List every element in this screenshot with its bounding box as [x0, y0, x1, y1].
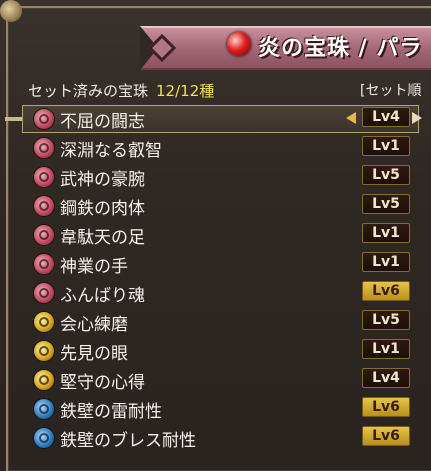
orb-row[interactable]: ふんばり魂 Lv6: [0, 278, 431, 306]
orb-row[interactable]: 鋼鉄の肉体 Lv5: [0, 191, 431, 219]
level-badge: Lv5: [362, 194, 410, 214]
orb-name: 武神の豪腕: [60, 170, 145, 190]
red-orb-icon: [227, 32, 251, 56]
orb-row[interactable]: 鉄壁の雷耐性 Lv6: [0, 394, 431, 422]
level-badge: Lv4: [362, 368, 410, 388]
yellow-orb-icon: [33, 311, 55, 333]
orb-row[interactable]: 不屈の闘志 Lv4: [0, 104, 431, 133]
orb-row[interactable]: 会心練磨 Lv5: [0, 307, 431, 335]
frame-corner-ornament: [0, 0, 22, 22]
set-orbs-header: セット済みの宝珠 12/12種: [28, 80, 214, 101]
orb-row[interactable]: 先見の眼 Lv1: [0, 336, 431, 364]
orb-name: 鉄壁の雷耐性: [60, 402, 162, 422]
level-badge: Lv1: [362, 252, 410, 272]
yellow-orb-icon: [33, 369, 55, 391]
orb-name: 深淵なる叡智: [60, 141, 162, 161]
orb-name: 鉄壁のブレス耐性: [60, 431, 196, 451]
level-badge: Lv5: [362, 165, 410, 185]
orb-row[interactable]: 武神の豪腕 Lv5: [0, 162, 431, 190]
orb-count: 12/12種: [156, 82, 215, 100]
red-orb-icon: [33, 253, 55, 275]
header-label: セット済みの宝珠: [28, 82, 149, 100]
yellow-orb-icon: [33, 340, 55, 362]
red-orb-icon: [33, 108, 55, 130]
orb-row[interactable]: 鉄壁のブレス耐性 Lv6: [0, 423, 431, 451]
orb-name: 会心練磨: [60, 315, 128, 335]
orb-name: ふんばり魂: [60, 286, 145, 306]
level-badge: Lv1: [362, 223, 410, 243]
orb-name: 鋼鉄の肉体: [60, 199, 145, 219]
orb-row[interactable]: 深淵なる叡智 Lv1: [0, 133, 431, 161]
orb-name: 韋駄天の足: [60, 228, 145, 248]
red-orb-icon: [33, 137, 55, 159]
orb-row[interactable]: 韋駄天の足 Lv1: [0, 220, 431, 248]
orb-row[interactable]: 堅守の心得 Lv4: [0, 365, 431, 393]
orb-row[interactable]: 神業の手 Lv1: [0, 249, 431, 277]
sort-order-label[interactable]: [セット順: [360, 80, 421, 100]
red-orb-icon: [33, 166, 55, 188]
level-increase-arrow-icon[interactable]: [412, 112, 422, 124]
level-decrease-arrow-icon[interactable]: [346, 112, 356, 124]
level-badge: Lv6: [362, 426, 410, 446]
orb-name: 先見の眼: [60, 344, 128, 364]
blue-orb-icon: [33, 427, 55, 449]
banner-title: 炎の宝珠 / パラ: [258, 36, 423, 61]
level-badge: Lv1: [362, 136, 410, 156]
orb-name: 不屈の闘志: [60, 112, 145, 132]
orb-name: 神業の手: [60, 257, 128, 277]
level-badge: Lv4: [362, 107, 410, 127]
level-badge: Lv6: [362, 397, 410, 417]
orb-name: 堅守の心得: [60, 373, 145, 393]
red-orb-icon: [33, 224, 55, 246]
level-badge: Lv5: [362, 310, 410, 330]
blue-orb-icon: [33, 398, 55, 420]
level-badge: Lv6: [362, 281, 410, 301]
red-orb-icon: [33, 195, 55, 217]
red-orb-icon: [33, 282, 55, 304]
level-badge: Lv1: [362, 339, 410, 359]
